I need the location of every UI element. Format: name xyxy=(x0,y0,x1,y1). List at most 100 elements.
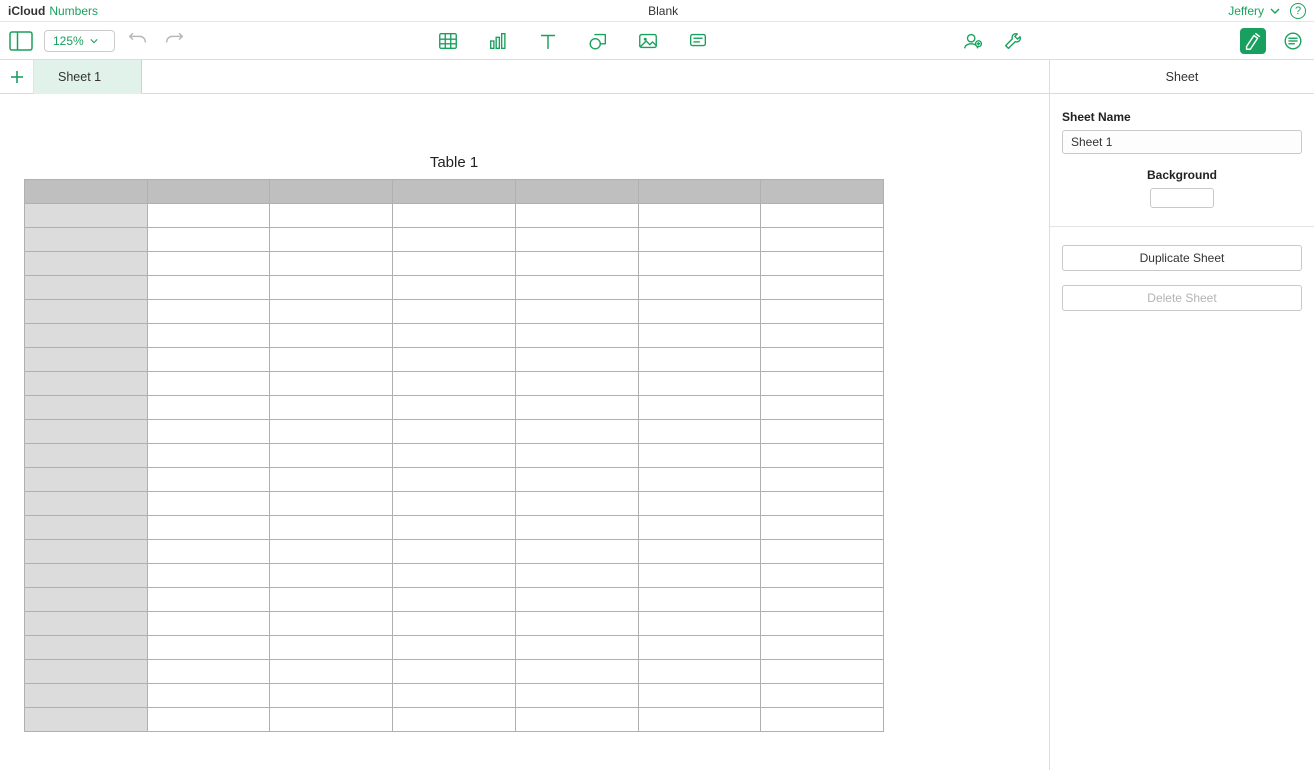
cell[interactable] xyxy=(270,252,393,276)
row-header-cell[interactable] xyxy=(25,516,148,540)
cell[interactable] xyxy=(515,540,638,564)
cell[interactable] xyxy=(515,324,638,348)
cell[interactable] xyxy=(270,372,393,396)
table-title[interactable]: Table 1 xyxy=(24,154,884,171)
cell[interactable] xyxy=(147,420,270,444)
row-header-cell[interactable] xyxy=(25,612,148,636)
row-header-cell[interactable] xyxy=(25,396,148,420)
cell[interactable] xyxy=(638,684,761,708)
row-header-cell[interactable] xyxy=(25,252,148,276)
sheet-name-input[interactable] xyxy=(1062,130,1302,154)
cell[interactable] xyxy=(761,372,884,396)
cell[interactable] xyxy=(638,420,761,444)
help-icon[interactable]: ? xyxy=(1290,3,1306,19)
column-header-cell[interactable] xyxy=(270,180,393,204)
sidebar-toggle-button[interactable] xyxy=(8,28,34,54)
cell[interactable] xyxy=(761,492,884,516)
cell[interactable] xyxy=(393,204,516,228)
cell[interactable] xyxy=(515,684,638,708)
cell[interactable] xyxy=(638,636,761,660)
cell[interactable] xyxy=(761,252,884,276)
cell[interactable] xyxy=(761,204,884,228)
cell[interactable] xyxy=(147,684,270,708)
cell[interactable] xyxy=(761,468,884,492)
cell[interactable] xyxy=(761,684,884,708)
insert-chart-button[interactable] xyxy=(485,28,511,54)
cell[interactable] xyxy=(393,564,516,588)
cell[interactable] xyxy=(761,516,884,540)
cell[interactable] xyxy=(270,348,393,372)
cell[interactable] xyxy=(638,588,761,612)
cell[interactable] xyxy=(270,636,393,660)
cell[interactable] xyxy=(515,612,638,636)
canvas[interactable]: Table 1 xyxy=(0,94,1049,770)
undo-button[interactable] xyxy=(125,28,151,54)
cell[interactable] xyxy=(761,420,884,444)
cell[interactable] xyxy=(515,396,638,420)
cell[interactable] xyxy=(147,612,270,636)
cell[interactable] xyxy=(270,708,393,732)
cell[interactable] xyxy=(761,636,884,660)
row-header-cell[interactable] xyxy=(25,684,148,708)
cell[interactable] xyxy=(393,276,516,300)
cell[interactable] xyxy=(638,516,761,540)
cell[interactable] xyxy=(515,420,638,444)
cell[interactable] xyxy=(393,660,516,684)
redo-button[interactable] xyxy=(161,28,187,54)
cell[interactable] xyxy=(147,588,270,612)
cell[interactable] xyxy=(761,276,884,300)
insert-text-button[interactable] xyxy=(535,28,561,54)
cell[interactable] xyxy=(515,372,638,396)
cell[interactable] xyxy=(638,612,761,636)
row-header-cell[interactable] xyxy=(25,564,148,588)
cell[interactable] xyxy=(761,612,884,636)
duplicate-sheet-button[interactable]: Duplicate Sheet xyxy=(1062,245,1302,271)
row-header-cell[interactable] xyxy=(25,276,148,300)
cell[interactable] xyxy=(147,660,270,684)
cell[interactable] xyxy=(270,564,393,588)
cell[interactable] xyxy=(761,660,884,684)
row-header-cell[interactable] xyxy=(25,228,148,252)
brand[interactable]: iCloud Numbers xyxy=(8,4,98,18)
cell[interactable] xyxy=(393,348,516,372)
corner-header-cell[interactable] xyxy=(25,180,148,204)
cell[interactable] xyxy=(147,564,270,588)
insert-comment-button[interactable] xyxy=(685,28,711,54)
cell[interactable] xyxy=(761,588,884,612)
column-header-cell[interactable] xyxy=(638,180,761,204)
cell[interactable] xyxy=(393,708,516,732)
cell[interactable] xyxy=(515,708,638,732)
cell[interactable] xyxy=(270,660,393,684)
column-header-cell[interactable] xyxy=(393,180,516,204)
row-header-cell[interactable] xyxy=(25,540,148,564)
cell[interactable] xyxy=(393,468,516,492)
cell[interactable] xyxy=(270,228,393,252)
cell[interactable] xyxy=(515,228,638,252)
cell[interactable] xyxy=(761,540,884,564)
cell[interactable] xyxy=(393,636,516,660)
cell[interactable] xyxy=(638,204,761,228)
cell[interactable] xyxy=(147,276,270,300)
cell[interactable] xyxy=(761,708,884,732)
cell[interactable] xyxy=(147,324,270,348)
cell[interactable] xyxy=(270,396,393,420)
cell[interactable] xyxy=(393,540,516,564)
cell[interactable] xyxy=(761,564,884,588)
cell[interactable] xyxy=(515,492,638,516)
cell[interactable] xyxy=(638,660,761,684)
cell[interactable] xyxy=(270,516,393,540)
cell[interactable] xyxy=(147,540,270,564)
cell[interactable] xyxy=(147,444,270,468)
row-header-cell[interactable] xyxy=(25,588,148,612)
cell[interactable] xyxy=(393,252,516,276)
cell[interactable] xyxy=(270,276,393,300)
background-color-well[interactable] xyxy=(1150,188,1214,208)
row-header-cell[interactable] xyxy=(25,444,148,468)
cell[interactable] xyxy=(638,540,761,564)
column-header-cell[interactable] xyxy=(147,180,270,204)
row-header-cell[interactable] xyxy=(25,348,148,372)
cell[interactable] xyxy=(515,468,638,492)
column-header-cell[interactable] xyxy=(515,180,638,204)
insert-image-button[interactable] xyxy=(635,28,661,54)
cell[interactable] xyxy=(638,444,761,468)
